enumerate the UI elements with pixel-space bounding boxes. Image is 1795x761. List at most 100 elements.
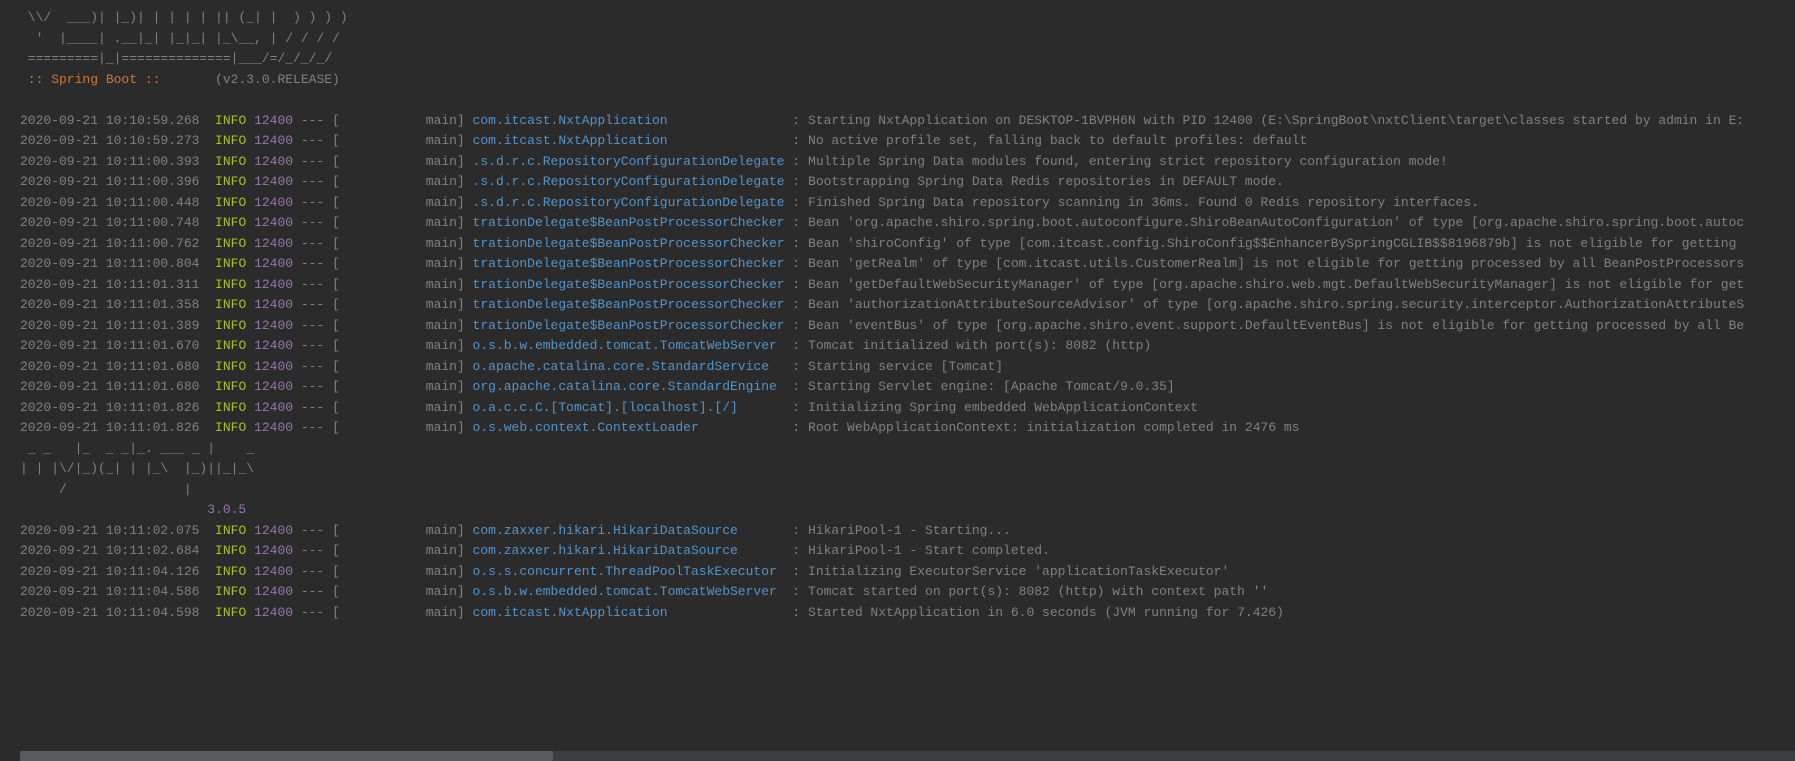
log-pid: 12400	[254, 338, 293, 353]
log-level: INFO	[215, 215, 246, 230]
spring-boot-version: (v2.3.0.RELEASE)	[168, 72, 340, 87]
log-line: 2020-09-21 10:11:00.748 INFO 12400 --- […	[20, 213, 1775, 234]
log-pid: 12400	[254, 584, 293, 599]
log-pid: 12400	[254, 256, 293, 271]
log-logger: trationDelegate$BeanPostProcessorChecker	[473, 236, 785, 251]
log-thread: [ main]	[332, 400, 472, 415]
log-level: INFO	[215, 584, 246, 599]
log-level: INFO	[215, 564, 246, 579]
log-timestamp: 2020-09-21 10:11:02.075	[20, 523, 215, 538]
log-thread: [ main]	[332, 277, 472, 292]
log-logger: .s.d.r.c.RepositoryConfigurationDelegate	[473, 174, 785, 189]
log-level: INFO	[215, 256, 246, 271]
log-line: 2020-09-21 10:11:00.393 INFO 12400 --- […	[20, 152, 1775, 173]
log-separator: ---	[293, 256, 332, 271]
log-thread: [ main]	[332, 338, 472, 353]
log-timestamp: 2020-09-21 10:11:01.311	[20, 277, 215, 292]
horizontal-scrollbar[interactable]	[20, 751, 1795, 761]
log-message: Starting Servlet engine: [Apache Tomcat/…	[808, 379, 1175, 394]
log-pid: 12400	[254, 154, 293, 169]
log-timestamp: 2020-09-21 10:10:59.268	[20, 113, 215, 128]
log-logger: .s.d.r.c.RepositoryConfigurationDelegate	[473, 154, 785, 169]
log-timestamp: 2020-09-21 10:10:59.273	[20, 133, 215, 148]
log-level: INFO	[215, 400, 246, 415]
log-pid: 12400	[254, 605, 293, 620]
log-line: 2020-09-21 10:11:01.358 INFO 12400 --- […	[20, 295, 1775, 316]
log-thread: [ main]	[332, 256, 472, 271]
log-pid: 12400	[254, 215, 293, 230]
log-colon: :	[785, 359, 808, 374]
log-timestamp: 2020-09-21 10:11:00.396	[20, 174, 215, 189]
log-level: INFO	[215, 133, 246, 148]
log-thread: [ main]	[332, 523, 472, 538]
log-logger: .s.d.r.c.RepositoryConfigurationDelegate	[473, 195, 785, 210]
log-logger: com.itcast.NxtApplication	[473, 133, 785, 148]
log-colon: :	[785, 338, 808, 353]
log-separator: ---	[293, 215, 332, 230]
log-logger: trationDelegate$BeanPostProcessorChecker	[473, 215, 785, 230]
log-timestamp: 2020-09-21 10:11:00.804	[20, 256, 215, 271]
scrollbar-thumb[interactable]	[20, 751, 553, 761]
log-colon: :	[785, 113, 808, 128]
console-output[interactable]: \\/ ___)| |_)| | | | | || (_| | ) ) ) ) …	[20, 8, 1775, 623]
log-timestamp: 2020-09-21 10:11:01.358	[20, 297, 215, 312]
log-level: INFO	[215, 523, 246, 538]
log-logger: o.apache.catalina.core.StandardService	[473, 359, 785, 374]
log-colon: :	[785, 564, 808, 579]
log-timestamp: 2020-09-21 10:11:01.389	[20, 318, 215, 333]
log-level: INFO	[215, 113, 246, 128]
log-message: No active profile set, falling back to d…	[808, 133, 1307, 148]
log-line: 2020-09-21 10:11:00.762 INFO 12400 --- […	[20, 234, 1775, 255]
log-level: INFO	[215, 195, 246, 210]
mybatis-version: 3.0.5	[20, 500, 1775, 521]
log-timestamp: 2020-09-21 10:11:00.448	[20, 195, 215, 210]
log-message: Bootstrapping Spring Data Redis reposito…	[808, 174, 1284, 189]
log-message: Bean 'getDefaultWebSecurityManager' of t…	[808, 277, 1744, 292]
log-message: Initializing ExecutorService 'applicatio…	[808, 564, 1229, 579]
log-thread: [ main]	[332, 543, 472, 558]
blank-line	[20, 90, 1775, 111]
log-thread: [ main]	[332, 564, 472, 579]
log-colon: :	[785, 154, 808, 169]
log-logger: com.zaxxer.hikari.HikariDataSource	[473, 543, 785, 558]
log-separator: ---	[293, 543, 332, 558]
log-pid: 12400	[254, 113, 293, 128]
log-logger: o.s.s.concurrent.ThreadPoolTaskExecutor	[473, 564, 785, 579]
log-separator: ---	[293, 379, 332, 394]
log-pid: 12400	[254, 174, 293, 189]
log-separator: ---	[293, 297, 332, 312]
log-logger: com.itcast.NxtApplication	[473, 113, 785, 128]
log-thread: [ main]	[332, 605, 472, 620]
log-colon: :	[785, 256, 808, 271]
log-level: INFO	[215, 379, 246, 394]
spring-boot-version-line: :: Spring Boot :: (v2.3.0.RELEASE)	[20, 70, 1775, 91]
log-timestamp: 2020-09-21 10:11:04.598	[20, 605, 215, 620]
log-level: INFO	[215, 543, 246, 558]
log-thread: [ main]	[332, 359, 472, 374]
log-message: Starting NxtApplication on DESKTOP-1BVPH…	[808, 113, 1744, 128]
log-separator: ---	[293, 564, 332, 579]
log-colon: :	[785, 584, 808, 599]
log-pid: 12400	[254, 133, 293, 148]
log-line: 2020-09-21 10:11:01.311 INFO 12400 --- […	[20, 275, 1775, 296]
log-level: INFO	[215, 297, 246, 312]
log-colon: :	[785, 318, 808, 333]
log-message: Starting service [Tomcat]	[808, 359, 1003, 374]
log-colon: :	[785, 379, 808, 394]
log-message: Root WebApplicationContext: initializati…	[808, 420, 1299, 435]
log-pid: 12400	[254, 277, 293, 292]
log-separator: ---	[293, 605, 332, 620]
mybatis-banner: _ _ |_ _ _|_. ___ _ | _ | | |\/|_)(_| | …	[20, 439, 1775, 521]
log-logger: org.apache.catalina.core.StandardEngine	[473, 379, 785, 394]
log-logger: o.a.c.c.C.[Tomcat].[localhost].[/]	[473, 400, 785, 415]
log-level: INFO	[215, 605, 246, 620]
log-colon: :	[785, 215, 808, 230]
log-line: 2020-09-21 10:11:00.804 INFO 12400 --- […	[20, 254, 1775, 275]
log-pid: 12400	[254, 359, 293, 374]
log-message: Bean 'eventBus' of type [org.apache.shir…	[808, 318, 1744, 333]
log-timestamp: 2020-09-21 10:11:01.826	[20, 420, 215, 435]
log-message: Started NxtApplication in 6.0 seconds (J…	[808, 605, 1284, 620]
log-pid: 12400	[254, 543, 293, 558]
log-message: HikariPool-1 - Start completed.	[808, 543, 1050, 558]
log-colon: :	[785, 400, 808, 415]
